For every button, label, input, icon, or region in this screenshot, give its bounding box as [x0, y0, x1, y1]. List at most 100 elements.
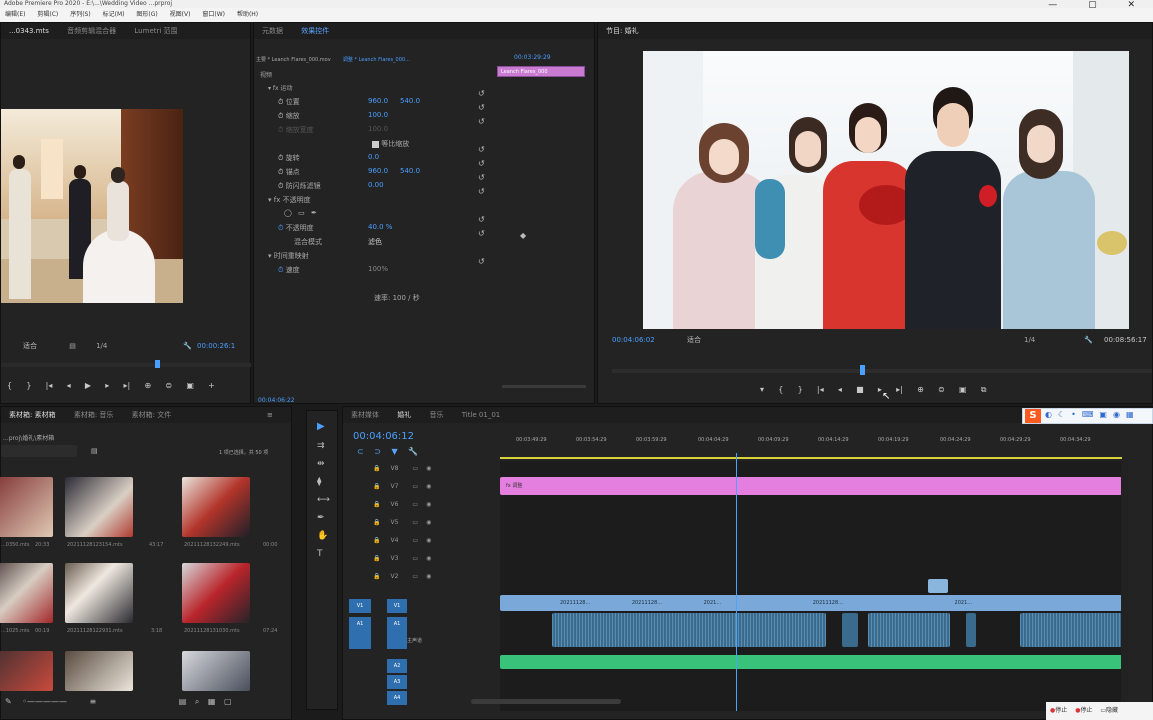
- property-value[interactable]: 540.0: [400, 97, 420, 105]
- a1-audio-clip[interactable]: [1020, 613, 1122, 647]
- program-settings-icon[interactable]: 🔧: [1084, 333, 1093, 347]
- new-bin-footer-icon[interactable]: ▤: [179, 697, 187, 706]
- stop-label[interactable]: 停止: [1080, 707, 1092, 714]
- program-resolution-select[interactable]: 1/4: [1024, 333, 1035, 347]
- tab-sequence-media[interactable]: 素材媒体: [343, 407, 387, 423]
- selection-tool-icon[interactable]: ▶: [317, 421, 325, 432]
- bin-thumbnail[interactable]: [65, 563, 133, 623]
- property-value[interactable]: 0.0: [368, 153, 379, 161]
- ime-tool-icons[interactable]: ◐☾•⌨▣◉▦: [1045, 410, 1140, 419]
- timeline-vertical-scrollbar[interactable]: [1121, 461, 1129, 711]
- opacity-group[interactable]: ▾ fx 不透明度: [268, 195, 498, 207]
- sync-icon[interactable]: ▭: [412, 519, 418, 526]
- bin-thumbnail[interactable]: [0, 477, 53, 537]
- property-value[interactable]: 960.0: [368, 167, 388, 175]
- tab-lumetri-scopes[interactable]: Lumetri 范围: [126, 23, 185, 39]
- sync-icon[interactable]: ▭: [412, 555, 418, 562]
- rect-mask-icon[interactable]: ▭: [298, 209, 305, 217]
- source-timecode[interactable]: 00:00:26:1: [197, 339, 235, 353]
- sequence-clip-select[interactable]: 调整 * Leanch Flares_000...: [343, 57, 410, 63]
- tab-audio-mixer[interactable]: 音频剪辑混合器: [59, 23, 124, 39]
- ime-toolbar[interactable]: S ◐☾•⌨▣◉▦: [1022, 408, 1153, 424]
- go-to-in-icon[interactable]: |◂: [817, 385, 824, 394]
- menu-graphics[interactable]: 图形(G): [136, 11, 157, 18]
- ellipse-mask-icon[interactable]: ◯: [284, 209, 292, 217]
- lock-icon[interactable]: 🔒: [373, 573, 380, 580]
- track-target-a2[interactable]: A2: [387, 659, 407, 673]
- stop-icon[interactable]: ■: [856, 385, 864, 394]
- v1-clip-strip[interactable]: 20211128... 20211128... 2021... 20211128…: [500, 595, 1122, 611]
- property-value[interactable]: 100.0: [368, 111, 388, 119]
- menu-sequence[interactable]: 序列(S): [70, 11, 91, 18]
- property-value[interactable]: 100%: [368, 265, 388, 273]
- program-playhead[interactable]: [860, 365, 865, 375]
- menu-help[interactable]: 帮助(H): [237, 11, 258, 18]
- property-value[interactable]: 960.0: [368, 97, 388, 105]
- sort-icon[interactable]: ≡: [90, 697, 97, 706]
- eye-icon[interactable]: ◉: [426, 519, 431, 526]
- wrench-icon[interactable]: ▤: [69, 342, 76, 350]
- lock-icon[interactable]: 🔒: [373, 501, 380, 508]
- snap-icon[interactable]: ⊂: [357, 447, 364, 456]
- bin-thumbnail[interactable]: [182, 477, 250, 537]
- sync-icon[interactable]: ▭: [412, 537, 418, 544]
- eye-icon[interactable]: ◉: [426, 555, 431, 562]
- a1-audio-clip[interactable]: [966, 613, 976, 647]
- type-tool-icon[interactable]: T: [317, 549, 323, 559]
- blend-mode-select[interactable]: 滤色: [368, 237, 382, 247]
- tab-bin-music[interactable]: 素材箱: 音乐: [66, 407, 122, 423]
- export-frame-icon[interactable]: ▣: [186, 381, 194, 390]
- add-marker-icon[interactable]: ▾: [760, 385, 764, 394]
- source-playhead[interactable]: [155, 360, 160, 368]
- lock-icon[interactable]: 🔒: [373, 555, 380, 562]
- source-patch-v1[interactable]: V1: [349, 599, 371, 613]
- zoom-slider[interactable]: ◦—————: [22, 697, 67, 706]
- mark-out-icon[interactable]: }: [798, 385, 803, 394]
- track-select-tool-icon[interactable]: ⇉: [317, 441, 325, 451]
- razor-tool-icon[interactable]: ⧫: [317, 477, 321, 487]
- add-button-icon[interactable]: +: [208, 381, 215, 390]
- program-video-frame[interactable]: [643, 51, 1129, 329]
- a1-audio-clip[interactable]: [552, 613, 826, 647]
- pen-tool-icon[interactable]: ✒: [317, 513, 325, 523]
- menu-view[interactable]: 视图(V): [170, 11, 191, 18]
- work-area-bar[interactable]: [500, 457, 1122, 459]
- source-patch-a1[interactable]: A1: [349, 617, 371, 649]
- linked-selection-icon[interactable]: ⊃: [374, 447, 381, 456]
- track-target-a1[interactable]: A1: [387, 617, 407, 649]
- ec-zoom-scroll[interactable]: [502, 385, 586, 388]
- timeline-timecode[interactable]: 00:04:06:12: [353, 431, 414, 442]
- settings-icon[interactable]: 🔧: [183, 339, 192, 353]
- tab-sequence-title[interactable]: Title 01_01: [454, 407, 509, 423]
- insert-icon[interactable]: ⊕: [144, 381, 151, 390]
- bin-thumbnail[interactable]: [0, 563, 53, 623]
- go-to-out-icon[interactable]: ▸|: [896, 385, 903, 394]
- music-clip[interactable]: [500, 655, 1122, 669]
- ripple-tool-icon[interactable]: ⇹: [317, 459, 325, 469]
- slip-tool-icon[interactable]: ⟷: [317, 495, 330, 505]
- stop-label[interactable]: 停止: [1055, 707, 1067, 714]
- marker-icon[interactable]: ▼: [392, 447, 398, 456]
- program-timecode[interactable]: 00:04:06:02: [612, 336, 655, 344]
- step-forward-icon[interactable]: ▸: [105, 381, 109, 390]
- source-scrubber[interactable]: [1, 360, 251, 368]
- motion-group-label[interactable]: ▾ fx 运动: [268, 83, 293, 92]
- search-icon[interactable]: ⌕: [195, 697, 199, 706]
- bin-thumbnail[interactable]: [65, 477, 133, 537]
- source-clip-select[interactable]: 主要 * Leanch Flares_000.mov: [256, 57, 331, 63]
- source-resolution-select[interactable]: 1/4: [96, 342, 107, 350]
- hide-label[interactable]: 隐藏: [1106, 707, 1118, 714]
- sync-icon[interactable]: ▭: [412, 483, 418, 490]
- program-scrubber[interactable]: [612, 365, 1152, 375]
- tab-sequence-music[interactable]: 音乐: [421, 407, 451, 423]
- property-value[interactable]: 540.0: [400, 167, 420, 175]
- step-back-icon[interactable]: ◂: [67, 381, 71, 390]
- ec-clip-bar[interactable]: Leanch Flares_000: [497, 66, 585, 77]
- eye-icon[interactable]: ◉: [426, 465, 431, 472]
- compare-icon[interactable]: ⧉: [981, 385, 987, 395]
- clear-icon[interactable]: ▢: [224, 697, 232, 706]
- checkbox-icon[interactable]: [372, 140, 379, 148]
- timeline-ruler[interactable]: 00:03:49:29 00:03:54:29 00:03:59:29 00:0…: [500, 437, 1150, 453]
- play-icon[interactable]: ▶: [85, 381, 91, 390]
- tab-effect-controls[interactable]: 效果控件: [293, 23, 337, 39]
